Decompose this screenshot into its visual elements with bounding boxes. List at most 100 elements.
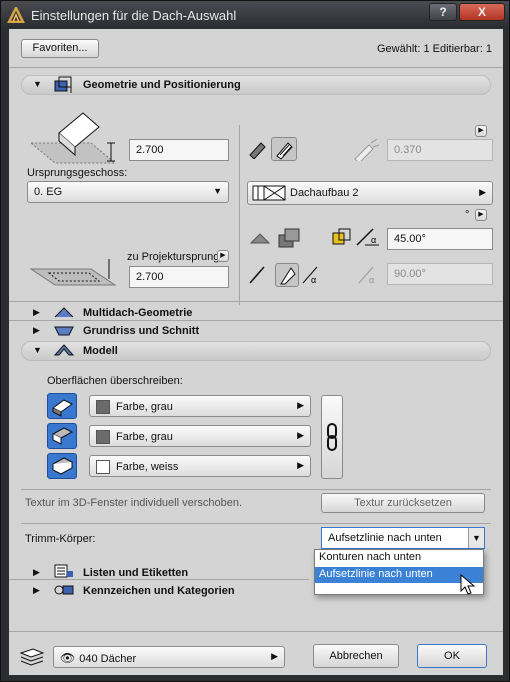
composite-structure-icon [252, 185, 286, 201]
edge-perpendicular-toggle[interactable] [275, 263, 299, 287]
favorites-button[interactable]: Favoriten... [21, 39, 99, 58]
project-origin-field[interactable]: 2.700 [129, 266, 229, 288]
cancel-button[interactable]: Abbrechen [313, 644, 399, 668]
layer-value: 040 Dächer [79, 653, 137, 665]
roof-height-field[interactable]: 2.700 [129, 139, 229, 161]
expand-triangle-icon[interactable]: ▶ [33, 585, 40, 596]
chevron-right-icon: ▶ [297, 430, 304, 440]
degree-symbol: ° [465, 209, 470, 221]
angle-icon: α [356, 228, 379, 246]
eye-icon: 👁 [60, 651, 76, 665]
bottom-surface-icon [51, 457, 74, 475]
vertical-divider [239, 125, 240, 305]
settings-dialog: Einstellungen für die Dach-Auswahl ? X F… [0, 0, 510, 682]
close-button[interactable]: X [459, 3, 505, 21]
multiroof-section-title[interactable]: Multidach-Geometrie [83, 307, 192, 319]
mouse-cursor-icon [460, 574, 476, 595]
pivot-icon[interactable] [331, 227, 353, 247]
help-button[interactable]: ? [429, 3, 457, 21]
roof-height-illustration-icon [29, 112, 117, 164]
override-surfaces-label: Oberflächen überschreiben: [47, 375, 183, 387]
collapse-triangle-icon[interactable]: ▼ [33, 345, 42, 355]
edge-angle-field[interactable]: 90.00° [387, 263, 493, 285]
edge-surface-select[interactable]: Farbe, grau ▶ [89, 425, 311, 447]
thickness-field[interactable]: 0.370 [387, 139, 493, 161]
ok-button[interactable]: OK [417, 644, 487, 668]
layer-select[interactable]: 👁 040 Dächer ▶ [53, 646, 285, 668]
surface-color-swatch [96, 400, 110, 414]
bottom-surface-select[interactable]: Farbe, weiss ▶ [89, 455, 311, 477]
override-top-surface-toggle[interactable] [47, 393, 77, 419]
thickness-icon [354, 139, 380, 161]
chain-link-icon [327, 423, 337, 451]
model-section-icon [53, 344, 75, 356]
floorplan-section-icon [54, 326, 74, 336]
multiroof-icon [54, 307, 74, 318]
divider [9, 301, 503, 302]
chevron-right-icon: ▶ [479, 187, 486, 197]
lists-section-icon [54, 564, 73, 578]
edge-perpendicular-icon [280, 267, 296, 285]
origin-floor-label: Ursprungsgeschoss: [27, 167, 128, 179]
roof-pitch-icon[interactable] [277, 227, 301, 249]
floorplan-section-title[interactable]: Grundriss und Schnitt [83, 325, 199, 337]
edge-angle-disabled-icon: α [358, 266, 374, 285]
override-bottom-surface-toggle[interactable] [47, 453, 77, 479]
chevron-down-icon[interactable]: ▼ [468, 528, 484, 548]
origin-floor-value: 0. EG [34, 186, 63, 198]
tags-section-icon [54, 585, 74, 595]
layer-stack-icon [19, 648, 45, 666]
override-edge-surface-toggle[interactable] [47, 423, 77, 449]
top-surface-value: Farbe, grau [116, 400, 173, 413]
svg-text:α: α [369, 275, 374, 285]
trim-body-label: Trimm-Körper: [25, 533, 96, 545]
solid-roof-icon[interactable] [247, 139, 267, 159]
lists-section-title[interactable]: Listen und Etiketten [83, 567, 188, 579]
geometry-section-title: Geometrie und Positionierung [83, 79, 241, 91]
edge-vertical-icon[interactable] [247, 265, 267, 285]
trim-body-select[interactable]: Aufsetzlinie nach unten ▼ [321, 527, 485, 549]
trim-body-dropdown-list: Konturen nach unten Aufsetzlinie nach un… [314, 549, 484, 595]
trim-option[interactable]: Konturen nach unten [315, 550, 483, 566]
expand-triangle-icon[interactable]: ▶ [33, 567, 40, 578]
trim-body-value: Aufsetzlinie nach unten [328, 532, 442, 544]
project-origin-toggle[interactable]: ▶ [217, 250, 229, 262]
divider [9, 579, 309, 580]
pitch-angle-field[interactable]: 45.00° [387, 228, 493, 250]
texture-reset-button[interactable]: Textur zurücksetzen [321, 493, 485, 513]
selection-info: Gewählt: 1 Editierbar: 1 [377, 43, 492, 55]
project-origin-label: zu Projektursprung [127, 251, 220, 263]
divider [21, 489, 491, 490]
roof-structure-select[interactable]: Dachaufbau 2 ▶ [247, 181, 493, 205]
chevron-down-icon: ▼ [213, 186, 222, 196]
collapse-triangle-icon[interactable]: ▼ [33, 79, 42, 89]
bottom-surface-value: Farbe, weiss [116, 460, 179, 473]
geometry-section-icon [54, 76, 72, 93]
window-title: Einstellungen für die Dach-Auswahl [31, 8, 237, 23]
top-surface-select[interactable]: Farbe, grau ▶ [89, 395, 311, 417]
roof-slope-icon[interactable] [249, 231, 271, 245]
project-origin-illustration-icon [29, 259, 117, 286]
chevron-right-icon: ▶ [271, 651, 278, 661]
hatched-roof-toggle[interactable] [271, 137, 297, 161]
surface-color-swatch [96, 460, 110, 474]
divider [9, 631, 503, 632]
edge-surface-icon [51, 427, 74, 445]
tags-section-title[interactable]: Kennzeichen und Kategorien [83, 585, 235, 597]
top-surface-icon [52, 399, 73, 417]
roof-structure-value: Dachaufbau 2 [290, 187, 359, 199]
svg-text:α: α [311, 275, 316, 285]
expand-options-button[interactable]: ▶ [475, 125, 487, 137]
expand-triangle-icon[interactable]: ▶ [33, 325, 40, 336]
texture-note: Textur im 3D-Fenster individuell verscho… [25, 497, 243, 509]
divider [9, 67, 503, 68]
hatched-roof-icon [276, 142, 293, 160]
link-surfaces-button[interactable] [321, 395, 343, 479]
model-section-title: Modell [83, 345, 118, 357]
origin-floor-select[interactable]: 0. EG ▼ [27, 181, 229, 203]
angle-unit-button[interactable]: ▶ [475, 209, 487, 221]
edge-custom-angle-icon[interactable]: α [301, 265, 327, 285]
divider [21, 523, 491, 524]
expand-triangle-icon[interactable]: ▶ [33, 307, 40, 318]
trim-option-selected[interactable]: Aufsetzlinie nach unten [315, 567, 483, 583]
